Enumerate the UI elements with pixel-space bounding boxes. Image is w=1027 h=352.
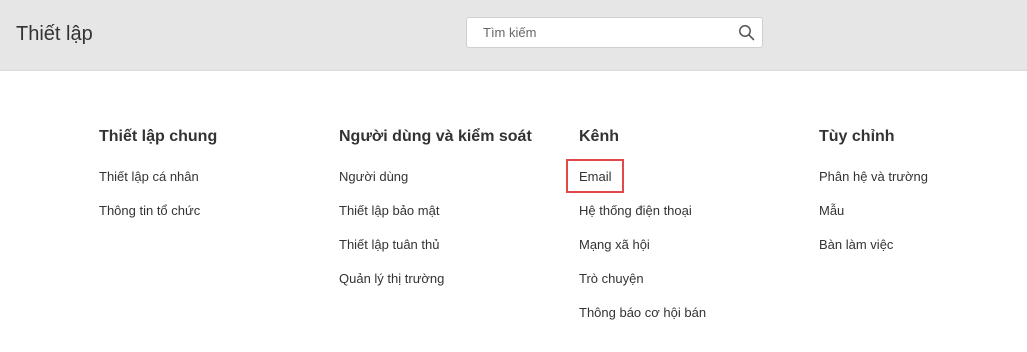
search-box[interactable] [466, 17, 763, 48]
link-market-management[interactable]: Quản lý thị trường [339, 271, 532, 287]
link-chat[interactable]: Trò chuyện [579, 271, 706, 287]
header-bar: Thiết lập [0, 0, 1027, 71]
column-customization: Tùy chỉnh Phân hệ và trường Mẫu Bàn làm … [819, 127, 928, 271]
column-users-and-control: Người dùng và kiểm soát Người dùng Thiết… [339, 127, 532, 305]
column-title: Thiết lập chung [99, 128, 218, 145]
page-title: Thiết lập [16, 23, 93, 45]
column-title: Người dùng và kiểm soát [339, 128, 532, 145]
link-personal-settings[interactable]: Thiết lập cá nhân [99, 169, 217, 185]
column-title: Tùy chỉnh [819, 128, 895, 145]
column-channels: Kênh Email Hệ thống điện thoại Mạng xã h… [565, 127, 706, 339]
link-templates[interactable]: Mẫu [819, 203, 928, 219]
link-organization-info[interactable]: Thông tin tổ chức [99, 203, 217, 219]
link-modules-and-fields[interactable]: Phân hệ và trường [819, 169, 928, 185]
link-deal-notifications[interactable]: Thông báo cơ hội bán [579, 305, 706, 321]
link-phone-system[interactable]: Hệ thống điện thoại [579, 203, 706, 219]
column-general-settings: Thiết lập chung Thiết lập cá nhân Thông … [99, 127, 217, 237]
link-workspace[interactable]: Bàn làm việc [819, 237, 928, 253]
link-email[interactable]: Email [565, 159, 706, 193]
link-social-network[interactable]: Mạng xã hội [579, 237, 706, 253]
link-security-settings[interactable]: Thiết lập bảo mật [339, 203, 532, 219]
column-title: Kênh [579, 128, 619, 145]
link-users[interactable]: Người dùng [339, 169, 532, 185]
search-input[interactable] [467, 18, 743, 47]
link-compliance-settings[interactable]: Thiết lập tuân thủ [339, 237, 532, 253]
search-icon[interactable] [738, 24, 755, 41]
